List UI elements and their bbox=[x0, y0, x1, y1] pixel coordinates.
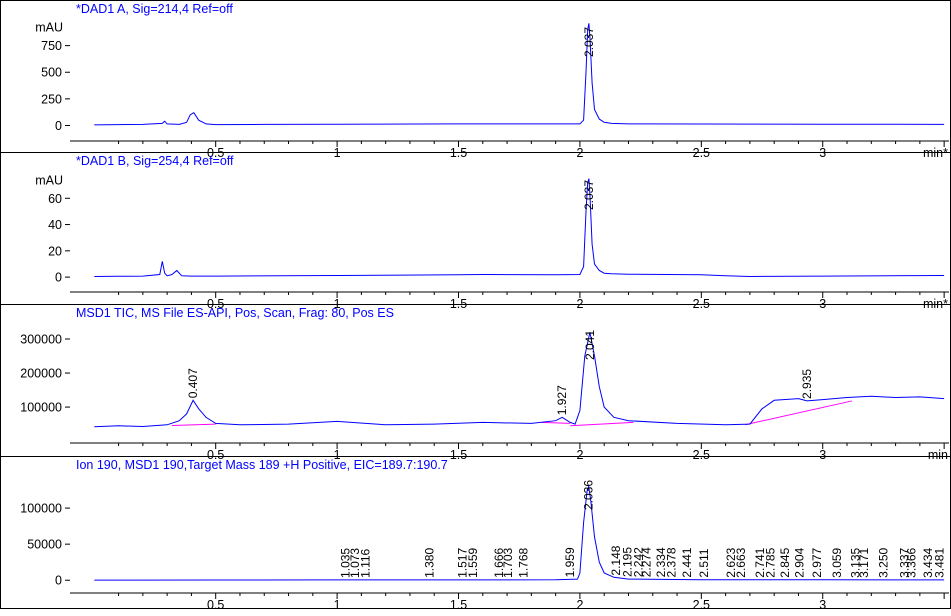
integration-baseline bbox=[171, 423, 216, 426]
chart-panel-4: Ion 190, MSD1 190,Target Mass 189 +H Pos… bbox=[0, 456, 951, 612]
x-tick-label: 2.5 bbox=[693, 598, 710, 611]
y-tick-label: 250 bbox=[41, 92, 62, 106]
y-tick-label: 500 bbox=[41, 66, 62, 80]
x-tick-label: 2.5 bbox=[693, 448, 710, 462]
x-axis-unit: min bbox=[928, 448, 948, 462]
y-tick-label: 40 bbox=[48, 218, 62, 232]
peak-label: 2.041 bbox=[583, 330, 597, 360]
peak-label: 2.037 bbox=[582, 180, 596, 210]
chromatogram-chart: *DAD1 A, Sig=214,4 Ref=off mAU 0 250 500 750 0… bbox=[0, 0, 951, 612]
y-tick-label: 750 bbox=[41, 39, 62, 53]
chart-panel-2: *DAD1 B, Sig=254,4 Ref=offmAU02040600.5 1… bbox=[0, 152, 951, 311]
x-tick-label: 2 bbox=[576, 448, 583, 462]
y-tick-label: 200000 bbox=[20, 367, 62, 381]
peak-label: 2.977 bbox=[810, 547, 824, 577]
y-tick-label: 60 bbox=[48, 192, 62, 206]
peak-label: 2.845 bbox=[778, 547, 792, 577]
panel-title: *DAD1 A, Sig=214,4 Ref=off bbox=[76, 2, 233, 16]
panel-title: MSD1 TIC, MS File ES-API, Pos, Scan, Fra… bbox=[76, 306, 394, 320]
x-tick-label: 1.5 bbox=[450, 598, 467, 611]
y-tick-label: 0 bbox=[55, 574, 62, 588]
chromatogram-report: *DAD1 A, Sig=214,4 Ref=off mAU 0 250 500 750 0… bbox=[0, 0, 951, 612]
y-tick-label: 20 bbox=[48, 244, 62, 258]
peak-label: 2.785 bbox=[764, 547, 778, 577]
x-tick-label: 1.5 bbox=[450, 448, 467, 462]
x-tick-label: 3 bbox=[819, 598, 826, 611]
y-tick-label: 300000 bbox=[20, 333, 62, 347]
peak-label: 2.036 bbox=[582, 480, 596, 510]
peak-label: 3.250 bbox=[876, 547, 890, 577]
peak-label: 1.380 bbox=[422, 548, 436, 578]
peak-label: 2.441 bbox=[680, 547, 694, 577]
y-tick-label: 50000 bbox=[27, 538, 62, 552]
peak-label: 1.703 bbox=[501, 547, 515, 577]
peak-label: 2.511 bbox=[697, 548, 711, 577]
signal-trace bbox=[94, 332, 945, 428]
peak-label: 3.059 bbox=[830, 547, 844, 577]
panel-title: Ion 190, MSD1 190,Target Mass 189 +H Pos… bbox=[76, 458, 448, 472]
chart-panel-3: MSD1 TIC, MS File ES-API, Pos, Scan, Fra… bbox=[0, 304, 951, 462]
peak-label: 1.959 bbox=[563, 547, 577, 577]
peak-label: 2.663 bbox=[734, 547, 748, 577]
y-tick-label: 100000 bbox=[20, 401, 62, 415]
integration-baseline bbox=[744, 400, 852, 426]
x-tick-label: 0.5 bbox=[207, 598, 224, 611]
panel-frame bbox=[0, 456, 951, 609]
x-tick-label: 3 bbox=[819, 448, 826, 462]
peak-label: 2.037 bbox=[582, 27, 596, 57]
panel-title: *DAD1 B, Sig=254,4 Ref=off bbox=[76, 154, 234, 168]
peak-label: 0.407 bbox=[186, 368, 200, 398]
peak-label: 2.904 bbox=[792, 547, 806, 577]
peak-label: 1.927 bbox=[555, 385, 569, 415]
peak-label: 2.935 bbox=[800, 369, 814, 399]
x-tick-label: 2 bbox=[576, 598, 583, 611]
panel-frame bbox=[0, 0, 951, 153]
peak-label: 1.559 bbox=[466, 548, 480, 578]
panel-frame bbox=[0, 152, 951, 305]
y-tick-label: 0 bbox=[55, 119, 62, 133]
y-tick-label: 0 bbox=[55, 271, 62, 285]
integration-baseline bbox=[570, 421, 634, 427]
peak-label: 2.274 bbox=[639, 547, 653, 577]
signal-trace bbox=[94, 23, 945, 126]
peak-label: 3.171 bbox=[857, 547, 871, 577]
peak-label: 3.481 bbox=[933, 548, 947, 578]
y-axis-unit: mAU bbox=[35, 21, 63, 35]
peak-label: 1.116 bbox=[358, 548, 372, 577]
y-tick-label: 100000 bbox=[20, 502, 62, 516]
x-tick-label: 1 bbox=[334, 598, 341, 611]
peak-label: 3.366 bbox=[905, 547, 919, 577]
y-axis-unit: mAU bbox=[35, 173, 63, 187]
peak-label: 2.378 bbox=[665, 547, 679, 577]
chart-panel-1: *DAD1 A, Sig=214,4 Ref=offmAU02505007500… bbox=[0, 0, 951, 160]
integration-baseline bbox=[541, 421, 571, 424]
signal-trace bbox=[94, 178, 945, 278]
peak-label: 1.768 bbox=[517, 547, 531, 577]
